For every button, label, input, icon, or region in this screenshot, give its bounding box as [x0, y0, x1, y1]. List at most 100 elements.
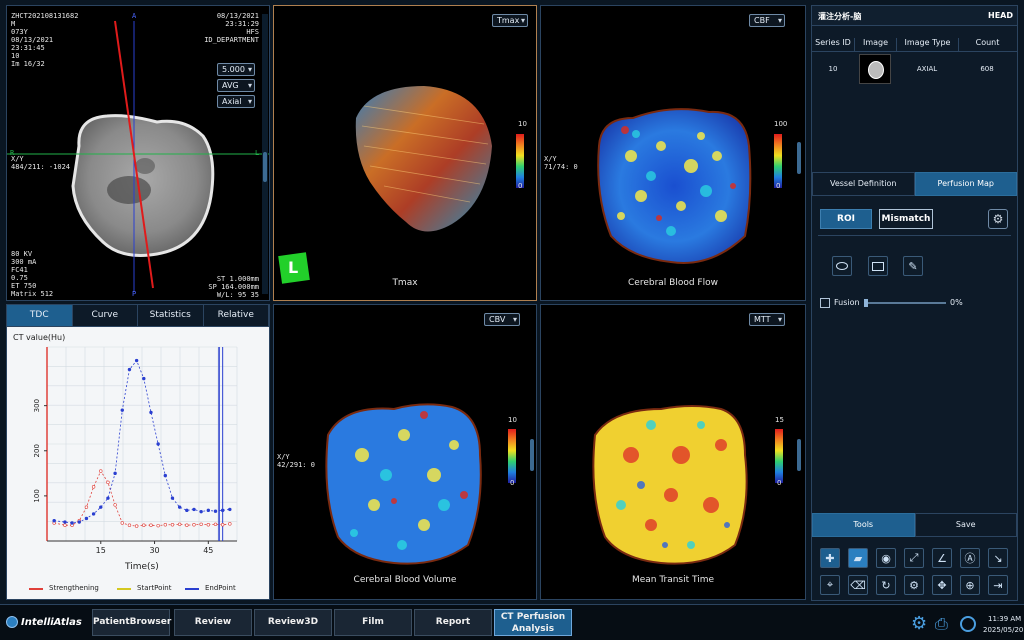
mismatch-button[interactable]: Mismatch — [879, 209, 933, 229]
fc-value: FC41 — [11, 266, 28, 274]
pan-tool[interactable]: ✥ — [932, 575, 952, 595]
cell-image-type: AXIAL — [916, 65, 938, 73]
tdc-legend: Strengthening StartPoint EndPoint — [7, 584, 269, 598]
data-point-strengthening — [149, 523, 153, 527]
freehand-roi-button[interactable]: ✎ — [903, 256, 923, 276]
tab-statistics[interactable]: Statistics — [138, 305, 204, 326]
thickness-stepper[interactable]: 5.000 — [217, 63, 255, 76]
rect-roi-button[interactable] — [868, 256, 888, 276]
nav-review3d[interactable]: Review3D — [254, 609, 332, 636]
st-value: ST 1.000mm — [216, 275, 259, 283]
mtt-scrollbar[interactable] — [797, 439, 801, 471]
erase-tool[interactable]: ⌫ — [848, 575, 868, 595]
data-point-endpoint — [192, 507, 196, 512]
zoom-tool[interactable]: ⊕ — [960, 575, 980, 595]
image-index: Im 16/32 — [11, 60, 45, 68]
arrow-tool[interactable]: ↘ — [988, 548, 1008, 568]
viewport-cbv[interactable]: X/Y 42/291: 0 CBV 10 0 Cerebral Blood Vo… — [273, 304, 537, 600]
gear-icon: ⚙ — [909, 578, 919, 592]
nav-film[interactable]: Film — [334, 609, 412, 636]
tab-vessel-definition[interactable]: Vessel Definition — [812, 172, 915, 196]
viewport-cbf[interactable]: X/Y 71/74: 0 CBF 100 0 Cerebral Blood Fl… — [540, 5, 806, 301]
center-tool[interactable]: ◉ — [876, 548, 896, 568]
viewport-ct-axial[interactable]: ZHCT202108131682 M 073Y 08/13/2021 23:31… — [6, 5, 270, 301]
rotate-tool[interactable]: ↻ — [876, 575, 896, 595]
legend-startpoint: StartPoint — [137, 584, 172, 592]
tab-perfusion-map[interactable]: Perfusion Map — [914, 172, 1017, 196]
ellipse-roi-button[interactable] — [832, 256, 852, 276]
cbv-scrollbar[interactable] — [530, 439, 534, 471]
export-icon: ⇥ — [993, 578, 1003, 592]
data-point-endpoint — [163, 473, 168, 478]
move-icon: ✥ — [937, 578, 947, 592]
patient-id: ZHCT202108131682 — [11, 12, 79, 20]
cell-series-id: 10 — [828, 65, 838, 73]
export-tool[interactable]: ⇥ — [988, 575, 1008, 595]
nav-patientbrowser[interactable]: PatientBrowser — [92, 609, 171, 636]
data-point-endpoint — [149, 410, 153, 415]
print-icon[interactable]: ⎙ — [935, 614, 948, 634]
tmax-map-dropdown[interactable]: Tmax — [492, 14, 528, 27]
y-tick-label: 100 — [33, 489, 41, 502]
roi-button[interactable]: ROI — [820, 209, 872, 229]
tab-curve[interactable]: Curve — [72, 305, 138, 326]
data-point-strengthening — [84, 505, 89, 509]
annotation-tool[interactable]: ▰ — [848, 548, 868, 568]
gear-icon: ⚙ — [992, 212, 1004, 226]
col-count: Count — [958, 38, 1016, 51]
cbf-xy-label: X/Y — [544, 155, 557, 163]
tab-tdc[interactable]: TDC — [7, 305, 73, 326]
crosshair-tool[interactable]: ✚ — [820, 548, 840, 568]
cbf-map-dropdown[interactable]: CBF — [749, 14, 785, 27]
measure-tool[interactable]: ⤢ — [904, 548, 924, 568]
data-point-endpoint — [99, 505, 103, 509]
angle-tool[interactable]: ∠ — [932, 548, 952, 568]
cbf-scrollbar[interactable] — [797, 142, 801, 174]
position-tool[interactable]: ⌖ — [820, 575, 840, 595]
nav-review[interactable]: Review — [174, 609, 252, 636]
mtt-color-scale — [775, 429, 783, 483]
tab-save[interactable]: Save — [914, 513, 1017, 537]
cbv-map-dropdown[interactable]: CBV — [484, 313, 520, 326]
crosshair-icon: ✚ — [825, 551, 835, 565]
settings-icon[interactable]: ⚙ — [911, 613, 927, 634]
fusion-slider-knob[interactable] — [864, 299, 868, 307]
settings-button[interactable]: ⚙ — [988, 209, 1008, 229]
data-point-endpoint — [142, 376, 146, 381]
eraser-icon: ⌫ — [850, 578, 866, 592]
nav-ct-perfusion-analysis[interactable]: CT Perfusion Analysis — [494, 609, 572, 636]
tab-relative[interactable]: Relative — [203, 305, 269, 326]
mtt-map-image — [592, 405, 748, 565]
mtt-map-dropdown[interactable]: MTT — [749, 313, 785, 326]
settings-tool[interactable]: ⚙ — [904, 575, 924, 595]
fusion-slider[interactable] — [864, 299, 946, 307]
table-row[interactable]: 10 AXIAL 608 — [812, 52, 1017, 86]
scrollbar[interactable] — [262, 14, 268, 294]
tools-tab-bar: Tools Save — [812, 513, 1017, 537]
target-icon: ◉ — [881, 551, 891, 565]
viewport-mtt[interactable]: MTT 15 0 Mean Transit Time — [540, 304, 806, 600]
data-point-strengthening — [106, 480, 110, 485]
mode-value: AVG — [222, 81, 239, 90]
pitch-value: 0.75 — [11, 274, 28, 282]
series-thumbnail — [859, 54, 891, 84]
fusion-label: Fusion — [834, 298, 860, 307]
tdc-chart: 15 30 45 100 200 300 — [33, 346, 238, 555]
data-point-strengthening — [220, 523, 225, 527]
fusion-checkbox[interactable] — [820, 298, 830, 308]
text-tool[interactable]: Ⓐ — [960, 548, 980, 568]
series-number: 10 — [11, 52, 20, 60]
nav-report[interactable]: Report — [414, 609, 492, 636]
app-logo: IntelliAtlas — [6, 616, 82, 628]
orientation-dropdown[interactable]: Axial — [217, 95, 255, 108]
viewport-tmax[interactable]: L Tmax 10 0 Tmax — [273, 5, 537, 301]
data-point-strengthening — [134, 524, 139, 528]
arrow-icon: ↘ — [993, 551, 1003, 565]
clock-date: 2025/05/20 — [983, 626, 1024, 634]
tmax-scale-min: 0 — [518, 182, 523, 190]
data-point-strengthening — [228, 522, 232, 526]
tab-tools[interactable]: Tools — [812, 513, 915, 537]
mode-dropdown[interactable]: AVG — [217, 79, 255, 92]
y-tick-label: 200 — [33, 444, 41, 457]
panel-header: 灌注分析-脑 HEAD — [812, 6, 1017, 26]
